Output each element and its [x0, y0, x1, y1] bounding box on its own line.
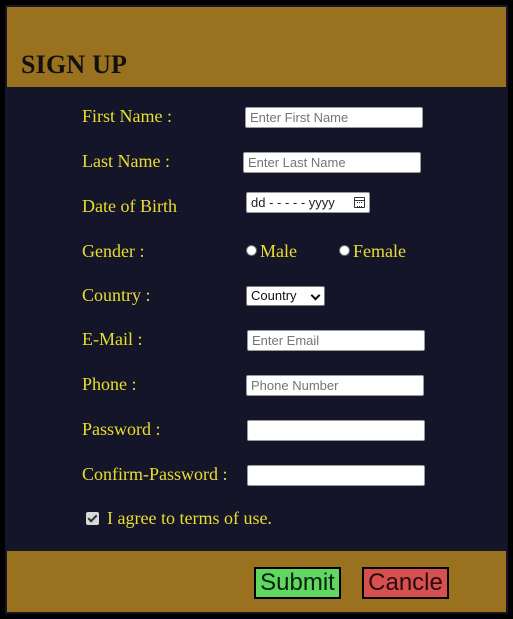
last-name-input[interactable]: [243, 152, 421, 173]
country-select-value: Country: [251, 288, 297, 303]
country-select[interactable]: Country: [246, 286, 325, 306]
last-name-label: Last Name :: [82, 151, 170, 171]
email-label: E-Mail :: [82, 329, 143, 349]
terms-label: I agree to terms of use.: [107, 508, 272, 528]
cancel-button[interactable]: Cancle: [362, 567, 449, 599]
password-input[interactable]: [247, 420, 425, 441]
gender-female-radio[interactable]: [339, 245, 350, 256]
first-name-label: First Name :: [82, 106, 172, 126]
chevron-down-icon: [310, 290, 321, 301]
gender-female-label: Female: [353, 241, 406, 261]
confirm-password-input[interactable]: [247, 465, 425, 486]
phone-label: Phone :: [82, 374, 137, 394]
dob-label: Date of Birth: [82, 196, 177, 216]
calendar-icon[interactable]: [354, 197, 365, 208]
gender-label: Gender :: [82, 241, 145, 261]
email-input[interactable]: [247, 330, 425, 351]
signup-form: First Name : Last Name : Date of Birth d…: [0, 0, 513, 619]
password-label: Password :: [82, 419, 161, 439]
gender-male-radio[interactable]: [246, 245, 257, 256]
dob-input[interactable]: dd - - - - - yyyy: [246, 192, 370, 213]
confirm-password-label: Confirm-Password :: [82, 464, 228, 484]
dob-value: dd - - - - - yyyy: [251, 195, 335, 210]
terms-checkbox[interactable]: [86, 512, 99, 525]
first-name-input[interactable]: [245, 107, 423, 128]
phone-input[interactable]: [246, 375, 424, 396]
country-label: Country :: [82, 285, 151, 305]
submit-button[interactable]: Submit: [254, 567, 341, 599]
gender-male-label: Male: [260, 241, 297, 261]
